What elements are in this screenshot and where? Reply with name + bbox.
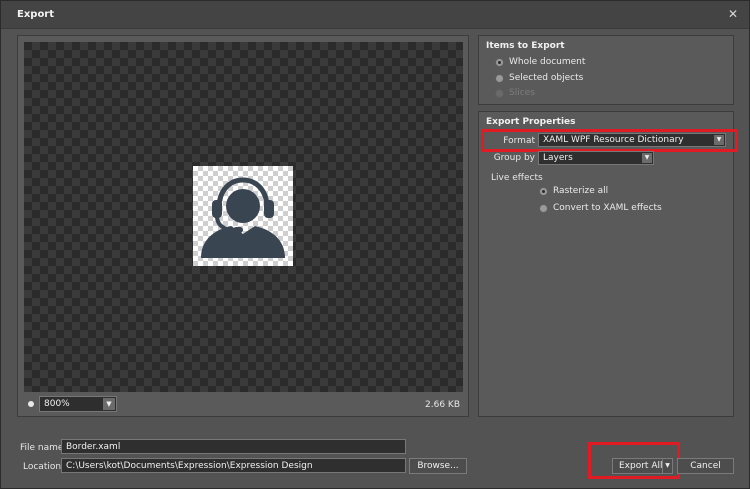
live-effects-label: Live effects <box>491 173 543 183</box>
preview-canvas[interactable] <box>24 42 463 392</box>
location-input[interactable]: C:\Users\kot\Documents\Expression\Expres… <box>61 458 406 473</box>
radio-convert-xaml-effects[interactable]: Convert to XAML effects <box>539 202 662 214</box>
close-icon[interactable]: ✕ <box>727 8 739 20</box>
radio-whole-document[interactable]: Whole document <box>495 56 585 68</box>
dialog-title: Export <box>17 9 55 20</box>
export-properties-title: Export Properties <box>486 117 576 127</box>
radio-selected-objects[interactable]: Selected objects <box>495 72 583 84</box>
radio-button <box>495 88 504 98</box>
export-all-highlight <box>588 442 680 479</box>
radio-label: Rasterize all <box>553 186 609 196</box>
file-size: 2.66 KB <box>425 400 460 410</box>
radio-button[interactable] <box>495 57 504 67</box>
items-to-export-group: Items to Export Whole document Selected … <box>478 35 734 105</box>
file-name-value: Border.xaml <box>66 442 121 452</box>
chevron-down-icon[interactable]: ▼ <box>103 398 115 410</box>
file-name-input[interactable]: Border.xaml <box>61 439 406 454</box>
zoom-value: 800% <box>44 399 70 409</box>
radio-button[interactable] <box>495 73 504 83</box>
location-label: Location <box>23 462 62 472</box>
location-value: C:\Users\kot\Documents\Expression\Expres… <box>66 461 313 471</box>
radio-label: Whole document <box>509 57 586 67</box>
group-by-value: Layers <box>543 153 573 163</box>
headset-person-icon <box>201 177 285 258</box>
preview-thumbnail <box>193 166 293 266</box>
export-properties-group: Export Properties Format XAML WPF Resour… <box>478 111 738 417</box>
radio-label: Convert to XAML effects <box>553 203 662 213</box>
radio-label: Selected objects <box>509 73 584 83</box>
group-by-dropdown[interactable]: Layers ▼ <box>538 151 654 165</box>
radio-slices: Slices <box>495 87 535 99</box>
radio-rasterize-all[interactable]: Rasterize all <box>539 185 608 197</box>
browse-button[interactable]: Browse... <box>409 458 467 474</box>
preview-panel: 800% ▼ 2.66 KB <box>17 35 469 417</box>
group-by-label: Group by <box>493 153 535 163</box>
export-dialog: Export ✕ 800% ▼ 2.66 KB Items to Export … <box>0 0 750 489</box>
radio-button[interactable] <box>539 186 548 196</box>
file-name-label: File name <box>20 443 64 453</box>
items-to-export-title: Items to Export <box>486 41 565 51</box>
zoom-indicator-icon <box>28 401 34 407</box>
zoom-select[interactable]: 800% ▼ <box>39 396 117 412</box>
format-highlight <box>481 129 738 152</box>
radio-button[interactable] <box>539 203 548 213</box>
title-bar: Export ✕ <box>1 1 749 29</box>
chevron-down-icon[interactable]: ▼ <box>642 153 652 163</box>
cancel-button[interactable]: Cancel <box>677 458 734 474</box>
radio-label: Slices <box>509 88 535 98</box>
